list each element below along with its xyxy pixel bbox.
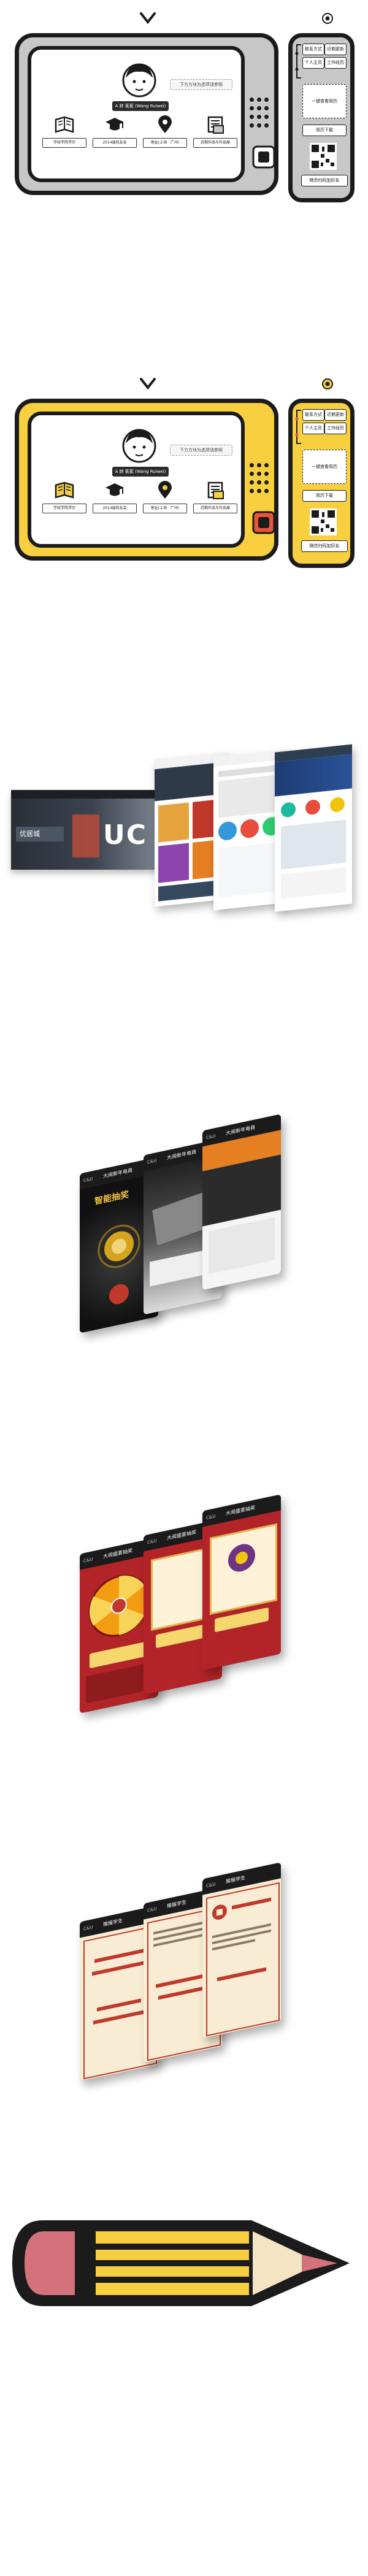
download-resume-button[interactable]: 简历下载 bbox=[302, 125, 347, 136]
avatar-icon bbox=[122, 62, 156, 99]
name-tag: A 胖 蕉蕉 (Wang Ruiwei) bbox=[112, 101, 169, 111]
category-label: 地址(上海 · 广州) bbox=[143, 138, 187, 148]
remote-bracket-icon bbox=[295, 409, 302, 445]
status-text: C&U bbox=[147, 1158, 157, 1165]
speaker-grille bbox=[250, 463, 274, 497]
status-text: C&U bbox=[83, 1557, 93, 1564]
phone-screen bbox=[202, 1130, 281, 1290]
updates-button[interactable]: 近期更新 bbox=[324, 44, 347, 55]
phone-mockup: C&U 猴猴学生 bbox=[202, 1862, 281, 2039]
homepage-button[interactable]: 个人主页 bbox=[302, 57, 324, 69]
phone-screen bbox=[202, 1510, 281, 1671]
graduation-cap-icon bbox=[104, 480, 125, 500]
document-icon bbox=[205, 480, 226, 500]
contact-button[interactable]: 联系方式 bbox=[302, 44, 324, 55]
remote-bracket-icon bbox=[295, 44, 302, 79]
tv-screen: 下方方块为选项请参照 A 胖 蕉蕉 (Wang Ruiwei) 学校学院学历 2… bbox=[28, 46, 245, 182]
view-resume-button[interactable]: 一键查看简历 bbox=[302, 84, 347, 118]
category-works[interactable]: 近期作品与作品展 bbox=[193, 480, 237, 517]
category-label: 2014届校友会 bbox=[93, 138, 137, 148]
settings-dot-icon[interactable] bbox=[321, 12, 334, 25]
download-resume-button[interactable]: 简历下载 bbox=[302, 490, 347, 502]
remote-panel: 联系方式 近期更新 个人主页 工作经历 一键查看简历 简历下载 微信扫码加好友 bbox=[288, 33, 355, 202]
banner-image bbox=[72, 815, 99, 857]
status-text: C&U bbox=[147, 1538, 157, 1546]
tv-screen: 下方方块为选项请参照 A 胖 蕉蕉 (Wang Ruiwei) 学校学院学历 2… bbox=[28, 412, 245, 548]
status-text: C&U bbox=[147, 1906, 157, 1914]
wechat-add-button[interactable]: 微信扫码加好友 bbox=[301, 175, 348, 186]
knob-icon[interactable] bbox=[252, 511, 275, 534]
view-resume-button[interactable]: 一键查看简历 bbox=[302, 450, 347, 484]
remote-panel: 联系方式 近期更新 个人主页 工作经历 一键查看简历 简历下载 微信扫码加好友 bbox=[288, 399, 355, 568]
wechat-add-button[interactable]: 微信扫码加好友 bbox=[301, 540, 348, 552]
category-label: 学校学院学历 bbox=[42, 138, 86, 148]
contact-button[interactable]: 联系方式 bbox=[302, 409, 324, 421]
graduation-cap-icon bbox=[104, 115, 125, 134]
hero-title: 智能抽奖 bbox=[94, 1189, 129, 1207]
category-label: 学校学院学历 bbox=[42, 504, 86, 513]
qr-code-icon bbox=[310, 143, 337, 170]
prize-icon bbox=[227, 1540, 256, 1576]
qr-code-icon bbox=[310, 508, 337, 535]
website-banner: 优居城 UC bbox=[11, 790, 158, 870]
category-alumni[interactable]: 2014届校友会 bbox=[93, 480, 137, 517]
speaker-grille bbox=[250, 98, 274, 132]
experience-button[interactable]: 工作经历 bbox=[324, 57, 347, 69]
location-pin-icon bbox=[155, 115, 175, 134]
updates-button[interactable]: 近期更新 bbox=[324, 409, 347, 421]
prize-wheel-icon[interactable] bbox=[88, 1568, 150, 1643]
screen-subtitle: 下方方块为选项请参照 bbox=[170, 79, 232, 90]
tv-section-gray: 下方方块为选项请参照 A 胖 蕉蕉 (Wang Ruiwei) 学校学院学历 2… bbox=[0, 12, 368, 221]
phone-screen bbox=[202, 1878, 281, 2039]
phone-mockup: C&U 大闹盛宴抽奖 bbox=[202, 1494, 281, 1671]
category-label: 近期作品与作品展 bbox=[193, 504, 237, 513]
screen-subtitle: 下方方块为选项请参照 bbox=[170, 445, 232, 456]
website-header bbox=[11, 790, 158, 799]
red-seal-icon bbox=[211, 1902, 228, 1923]
tv-section-yellow: 下方方块为选项请参照 A 胖 蕉蕉 (Wang Ruiwei) 学校学院学历 2… bbox=[0, 378, 368, 586]
antenna-icon bbox=[139, 378, 157, 396]
category-education[interactable]: 学校学院学历 bbox=[42, 115, 86, 151]
homepage-button[interactable]: 个人主页 bbox=[302, 423, 324, 434]
status-text: C&U bbox=[206, 1514, 216, 1521]
category-location[interactable]: 地址(上海 · 广州) bbox=[143, 115, 187, 151]
status-text: C&U bbox=[206, 1882, 216, 1889]
settings-dot-icon[interactable] bbox=[321, 378, 334, 390]
draw-button[interactable] bbox=[90, 1641, 148, 1669]
location-pin-icon bbox=[155, 480, 175, 500]
knob-icon[interactable] bbox=[252, 145, 275, 169]
website-logo: 优居城 bbox=[16, 827, 64, 841]
avatar-icon bbox=[122, 427, 156, 464]
phone-mockup: C&U 大闹新年电商 bbox=[202, 1114, 281, 1290]
info-card bbox=[209, 1217, 275, 1275]
gold-bowl-icon bbox=[97, 1219, 141, 1273]
category-location[interactable]: 地址(上海 · 广州) bbox=[143, 480, 187, 517]
document-icon bbox=[205, 115, 226, 134]
status-text: C&U bbox=[83, 1176, 93, 1184]
book-icon bbox=[54, 115, 75, 134]
start-button[interactable] bbox=[109, 1282, 129, 1306]
category-label: 地址(上海 · 广州) bbox=[143, 504, 187, 513]
antenna-icon bbox=[139, 12, 157, 31]
banner-title: UC bbox=[103, 819, 148, 851]
tv-body: 下方方块为选项请参照 A 胖 蕉蕉 (Wang Ruiwei) 学校学院学历 2… bbox=[15, 33, 278, 195]
category-education[interactable]: 学校学院学历 bbox=[42, 480, 86, 517]
category-label: 近期作品与作品展 bbox=[193, 138, 237, 148]
name-tag: A 胖 蕉蕉 (Wang Ruiwei) bbox=[112, 467, 169, 477]
pencil-icon bbox=[6, 2208, 362, 2318]
status-text: C&U bbox=[206, 1133, 216, 1141]
category-label: 2014届校友会 bbox=[93, 504, 137, 513]
category-works[interactable]: 近期作品与作品展 bbox=[193, 115, 237, 151]
book-icon bbox=[54, 480, 75, 500]
category-alumni[interactable]: 2014届校友会 bbox=[93, 115, 137, 151]
experience-button[interactable]: 工作经历 bbox=[324, 423, 347, 434]
rules-card bbox=[86, 1662, 152, 1704]
website-page-3 bbox=[275, 744, 352, 912]
status-text: C&U bbox=[83, 1925, 93, 1932]
tv-body: 下方方块为选项请参照 A 胖 蕉蕉 (Wang Ruiwei) 学校学院学历 2… bbox=[15, 399, 278, 561]
